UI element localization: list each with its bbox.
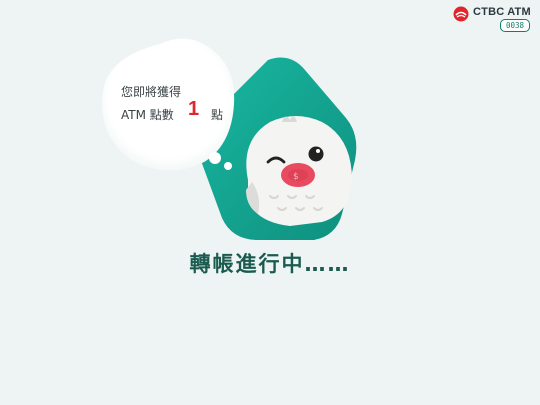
points-value: 1 [188,98,200,120]
owl-mascot-icon: $ [102,38,357,241]
points-label: ATM 點數 [121,108,174,122]
svg-text:$: $ [293,172,299,182]
points-line-1: 您即將獲得 [121,85,182,99]
transfer-status-message: 轉帳進行中…… [189,252,351,276]
points-line-2: ATM 點數 [121,107,174,123]
points-unit: 點 [211,108,224,122]
thought-bubble-icon [102,38,235,171]
